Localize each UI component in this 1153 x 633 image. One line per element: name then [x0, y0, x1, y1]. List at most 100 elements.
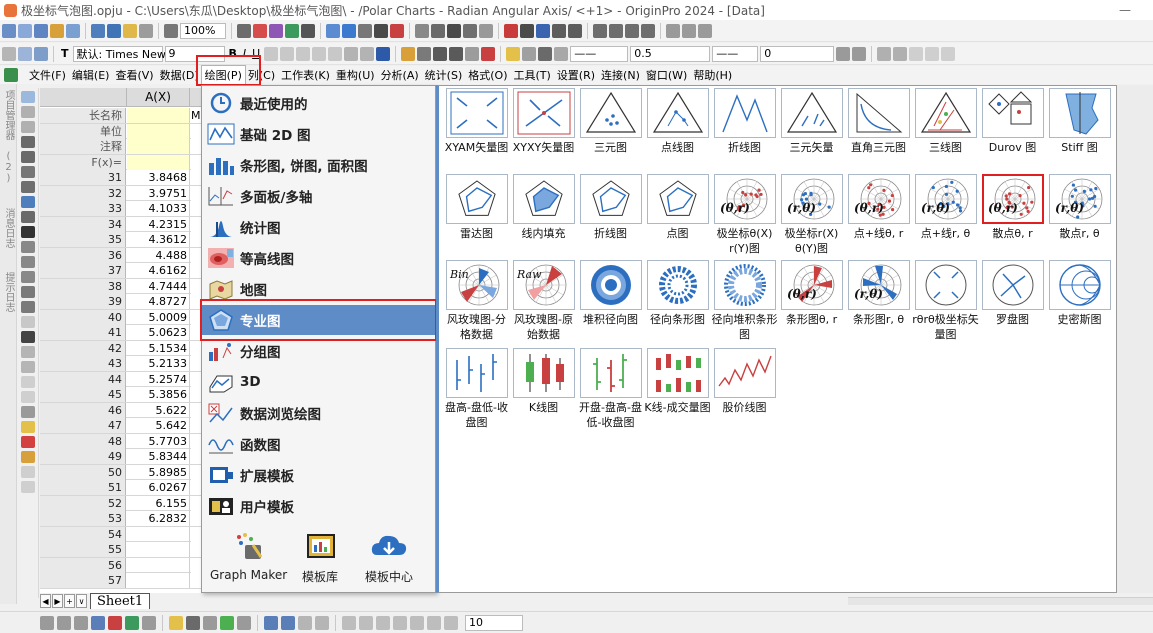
cell-a[interactable]: 3.8468 [127, 170, 190, 185]
gallery-item[interactable]: 径向堆积条形图 [711, 260, 778, 346]
xy-axis-icon[interactable] [536, 23, 550, 38]
row-header[interactable]: 37 [40, 263, 126, 278]
row-header[interactable]: 43 [40, 356, 126, 371]
cell-a[interactable]: 6.2832 [127, 511, 190, 526]
cell-a[interactable] [127, 108, 190, 123]
merge-graph-icon[interactable] [264, 615, 278, 630]
cell-a[interactable]: 5.642 [127, 418, 190, 433]
pointer-tool-icon[interactable] [21, 91, 35, 103]
cell-a[interactable]: 4.3612 [127, 232, 190, 247]
plot-menu-item-10[interactable]: 数据浏览绘图 [202, 398, 435, 428]
data-reader-icon[interactable] [21, 166, 35, 178]
plot-pie-icon[interactable] [142, 615, 156, 630]
increase-font-icon[interactable] [312, 46, 327, 61]
font-select[interactable]: 默认: Times New R [72, 45, 177, 62]
last-page-icon[interactable] [641, 23, 655, 38]
row-header[interactable]: 42 [40, 340, 126, 356]
plot-menu-item-13[interactable]: 用户模板 [202, 491, 435, 521]
text-tool-icon[interactable] [21, 226, 35, 238]
prev-page-icon[interactable] [609, 23, 623, 38]
row-header[interactable]: 49 [40, 449, 126, 464]
lock-icon[interactable] [444, 615, 458, 630]
gallery-item[interactable]: 开盘-盘高-盘低-收盘图 [577, 348, 644, 434]
gallery-item[interactable]: Durov 图 [979, 88, 1046, 174]
cell-a[interactable]: 5.8344 [127, 449, 190, 464]
split-icon[interactable] [449, 46, 464, 61]
minimize-button[interactable]: — [1115, 0, 1135, 20]
cell-a[interactable] [127, 573, 190, 588]
plot-menu-item-11[interactable]: 函数图 [202, 429, 435, 459]
cell-a[interactable] [127, 139, 190, 154]
plot-contour-icon[interactable] [186, 615, 200, 630]
cell-a[interactable]: 5.622 [127, 402, 190, 418]
font-size-select[interactable]: 9 [164, 45, 225, 62]
row-header[interactable]: 36 [40, 247, 126, 263]
cell-a[interactable]: 4.1033 [127, 201, 190, 216]
zoom-select[interactable]: 100% [180, 22, 226, 39]
arrow-tool-icon[interactable] [21, 241, 35, 253]
gallery-item[interactable]: 三元图 [577, 88, 644, 174]
table-icon[interactable] [893, 46, 908, 61]
sheet-tab-sheet1[interactable]: Sheet1 [90, 593, 151, 609]
menu-item-9[interactable]: 统计(S) [422, 66, 466, 84]
line-style-select[interactable]: —— [570, 45, 629, 62]
plot-menu-item-1[interactable]: 基础 2D 图 [202, 119, 435, 149]
gallery-item[interactable]: 史密斯图 [1046, 260, 1113, 346]
italic-button[interactable]: I [241, 47, 248, 60]
gallery-item[interactable]: 径向条形图 [644, 260, 711, 346]
plot-column-icon[interactable] [91, 615, 105, 630]
menu-item-8[interactable]: 分析(A) [378, 66, 422, 84]
cell-a[interactable]: 5.1534 [127, 340, 190, 356]
print-icon[interactable] [237, 23, 251, 38]
paste-icon[interactable] [34, 46, 48, 61]
arrow-both-icon[interactable] [698, 23, 712, 38]
sqrt-tool-icon[interactable] [21, 481, 35, 493]
first-page-icon[interactable] [593, 23, 607, 38]
row-header[interactable]: 56 [40, 557, 126, 573]
underline-button[interactable]: U [250, 47, 262, 60]
add-sheet-icon[interactable]: + [64, 594, 75, 608]
extract-layer-icon[interactable] [315, 615, 329, 630]
gallery-item[interactable]: 三线图 [912, 88, 979, 174]
new-notes-icon[interactable] [66, 23, 80, 38]
gallery-item[interactable]: 股价线图 [711, 348, 778, 434]
gallery-item[interactable]: 堆积径向图 [577, 260, 644, 346]
layer-tool-icon[interactable] [21, 421, 35, 433]
greek-icon[interactable] [296, 46, 311, 61]
plot-3d-icon[interactable] [169, 615, 183, 630]
ungroup-icon[interactable] [941, 46, 956, 61]
new-graph-icon[interactable] [34, 23, 48, 38]
cell-a[interactable]: 5.8985 [127, 464, 190, 480]
row-header[interactable]: 40 [40, 309, 126, 325]
link-icon[interactable] [481, 46, 496, 61]
plot-scatter-icon[interactable] [57, 615, 71, 630]
bar-chart-icon[interactable] [447, 23, 461, 38]
line-offset-select[interactable]: 0 [760, 45, 835, 62]
gallery-item[interactable]: Raw 风玫瑰图-原始数据 [510, 260, 577, 346]
menu-item-12[interactable]: 设置(R) [554, 66, 598, 84]
results-log-icon[interactable] [342, 23, 356, 38]
sheet-prev-icon[interactable]: ◀ [40, 594, 51, 608]
project-explorer-icon[interactable] [326, 23, 340, 38]
line-style-icon[interactable] [554, 46, 569, 61]
import-icon[interactable] [253, 23, 267, 38]
gallery-item[interactable]: 线内填充 [510, 174, 577, 260]
row-header[interactable]: 44 [40, 371, 126, 387]
circle-tool-icon[interactable] [21, 391, 35, 403]
template-center-button[interactable]: 模板中心 [365, 531, 413, 591]
menu-item-15[interactable]: 帮助(H) [690, 66, 735, 84]
menu-item-6[interactable]: 工作表(K) [278, 66, 333, 84]
add-layer-icon[interactable] [298, 615, 312, 630]
subscript-icon[interactable] [280, 46, 295, 61]
bold-button[interactable]: B [227, 47, 239, 60]
tile-icon[interactable] [393, 615, 407, 630]
annotation-icon[interactable] [21, 331, 35, 343]
folder-icon[interactable] [123, 23, 137, 38]
gallery-item[interactable]: (r,θ) 条形图r, θ [845, 260, 912, 346]
column-header-a[interactable]: A(X) [126, 88, 190, 107]
refresh-icon[interactable] [164, 23, 178, 38]
row-header[interactable]: 41 [40, 325, 126, 340]
plot-stat-icon[interactable] [203, 615, 217, 630]
reader-icon[interactable] [504, 23, 518, 38]
merge-icon[interactable] [433, 46, 448, 61]
